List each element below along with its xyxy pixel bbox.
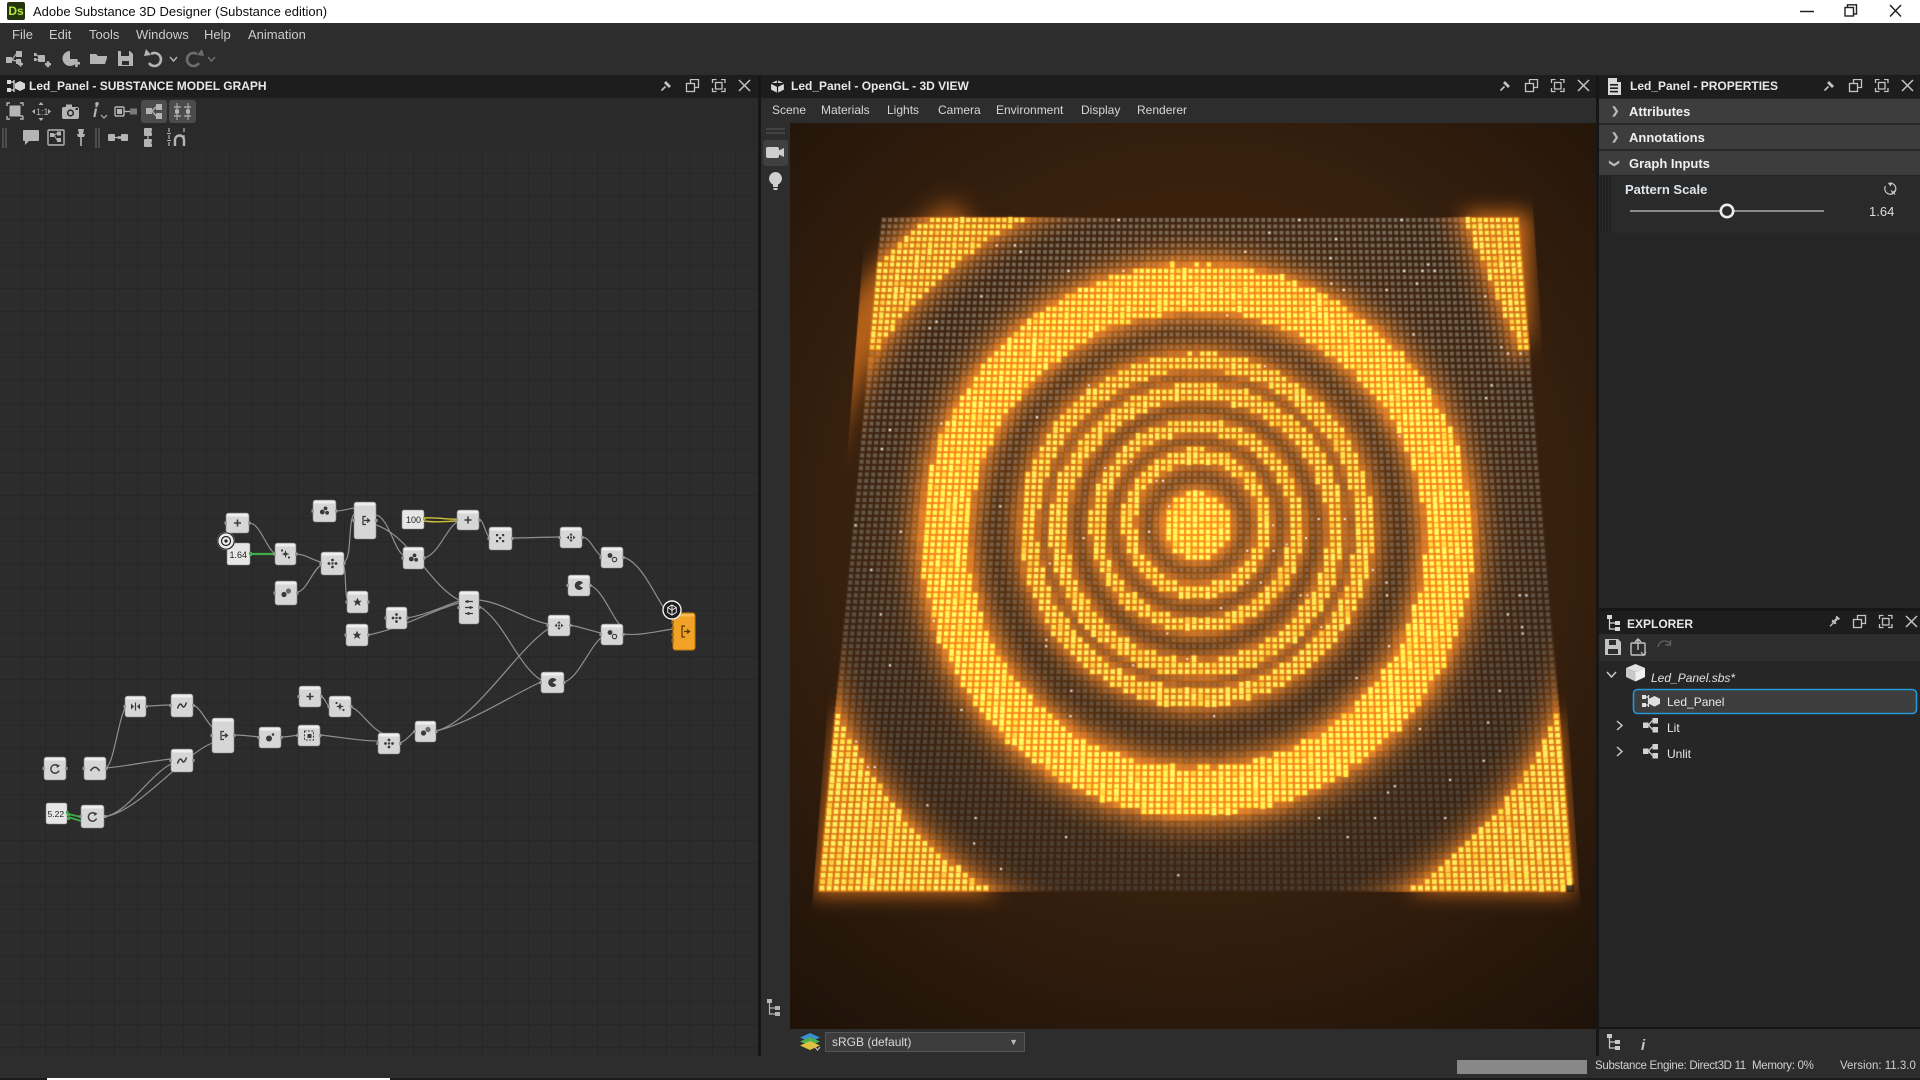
svg-text:EXPLORER: EXPLORER	[1627, 617, 1693, 631]
svg-text:5.22: 5.22	[48, 809, 65, 819]
svg-text:Led_Panel: Led_Panel	[1667, 695, 1724, 709]
svg-text:1.64: 1.64	[230, 550, 248, 560]
svg-text:i: i	[93, 104, 98, 121]
svg-text:100: 100	[406, 515, 421, 525]
svg-text:Pattern Scale: Pattern Scale	[1625, 182, 1707, 197]
svg-text:1.64: 1.64	[1869, 204, 1894, 219]
svg-text:Lit: Lit	[1667, 721, 1680, 735]
svg-text:1:1: 1:1	[36, 107, 49, 117]
svg-text:Unlit: Unlit	[1667, 747, 1692, 761]
svg-text:Led_Panel.sbs*: Led_Panel.sbs*	[1651, 671, 1735, 685]
